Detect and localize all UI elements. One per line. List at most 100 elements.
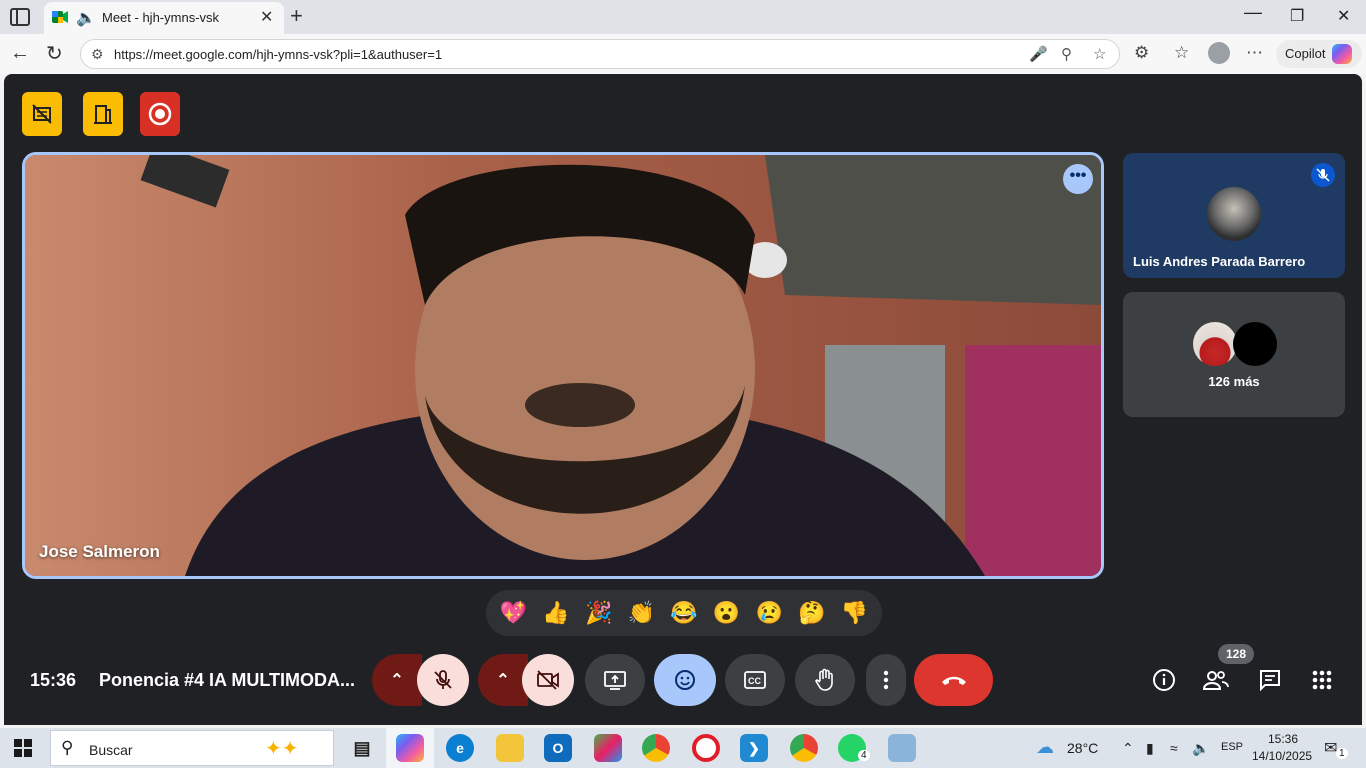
chrome-profile-icon[interactable] bbox=[790, 734, 818, 762]
reactions-button[interactable] bbox=[654, 654, 716, 706]
reaction-party[interactable]: 🎉 bbox=[579, 600, 619, 626]
tile-more-options-button[interactable]: ••• bbox=[1063, 164, 1093, 194]
vscode-icon[interactable]: ❯ bbox=[740, 734, 768, 762]
opera-icon[interactable] bbox=[692, 734, 720, 762]
breakout-rooms-button[interactable] bbox=[83, 92, 123, 136]
weather-cloud-icon[interactable]: ☁ bbox=[1036, 737, 1054, 758]
reaction-sad[interactable]: 😢 bbox=[749, 600, 789, 626]
captions-button[interactable]: CC bbox=[725, 654, 785, 706]
tab-title: Meet - hjh-ymns-vsk bbox=[102, 10, 220, 25]
url-field[interactable]: ⚙ https://meet.google.com/hjh-ymns-vsk?p… bbox=[80, 39, 1120, 69]
battery-icon[interactable]: ▮ bbox=[1146, 740, 1154, 757]
profile-avatar[interactable] bbox=[1208, 42, 1230, 64]
app-icon[interactable] bbox=[594, 734, 622, 762]
main-video-tile[interactable]: ••• Jose Salmeron bbox=[22, 152, 1104, 579]
reaction-heart[interactable]: 💖 bbox=[493, 600, 533, 626]
speaker-icon[interactable]: 🔈 bbox=[76, 8, 96, 28]
file-explorer-icon[interactable] bbox=[496, 734, 524, 762]
app-icon-2[interactable] bbox=[888, 734, 916, 762]
raise-hand-button[interactable] bbox=[795, 654, 855, 706]
hang-up-icon bbox=[941, 676, 966, 685]
hand-icon bbox=[814, 668, 833, 691]
meet-stage: ••• Jose Salmeron Luis Andres Parada Bar… bbox=[4, 74, 1362, 725]
reaction-laugh[interactable]: 😂 bbox=[664, 600, 704, 626]
mic-toggle-button[interactable] bbox=[417, 654, 469, 706]
svg-text:CC: CC bbox=[748, 676, 761, 686]
tray-date[interactable]: 14/10/2025 bbox=[1252, 749, 1312, 763]
leave-call-button[interactable] bbox=[914, 654, 993, 706]
participant-tile[interactable]: Luis Andres Parada Barrero bbox=[1123, 153, 1345, 278]
host-controls-button[interactable] bbox=[22, 92, 62, 136]
present-icon bbox=[604, 671, 626, 690]
reaction-thumbs-up[interactable]: 👍 bbox=[536, 600, 576, 626]
zoom-icon[interactable]: ⚲ bbox=[1061, 45, 1072, 63]
whatsapp-badge: 4 bbox=[858, 750, 870, 761]
other-participants-tile[interactable]: 126 más bbox=[1123, 292, 1345, 417]
volume-icon[interactable]: 🔈 bbox=[1192, 740, 1209, 757]
chrome-icon[interactable] bbox=[642, 734, 670, 762]
sparkle-icon: ✦✦ bbox=[265, 738, 299, 760]
reaction-surprised[interactable]: 😮 bbox=[707, 600, 747, 626]
reactions-bar: 💖 👍 🎉 👏 😂 😮 😢 🤔 👎 bbox=[486, 590, 882, 636]
edge-icon[interactable]: e bbox=[446, 734, 474, 762]
video-options-button[interactable]: ⌃ bbox=[478, 654, 528, 706]
meet-favicon-icon bbox=[52, 11, 68, 23]
close-window-icon[interactable]: ✕ bbox=[1337, 6, 1350, 26]
search-icon: ⚲ bbox=[61, 738, 74, 757]
weather-temp[interactable]: 28°C bbox=[1067, 740, 1098, 756]
tray-time[interactable]: 15:36 bbox=[1268, 732, 1298, 746]
new-tab-icon[interactable]: + bbox=[290, 3, 303, 29]
close-tab-icon[interactable]: ✕ bbox=[260, 7, 273, 27]
avatar bbox=[1207, 187, 1261, 241]
avatar bbox=[1233, 322, 1277, 366]
reaction-clap[interactable]: 👏 bbox=[621, 600, 661, 626]
tab-meet[interactable]: 🔈 Meet - hjh-ymns-vsk ✕ bbox=[44, 2, 284, 34]
audio-options-button[interactable]: ⌃ bbox=[372, 654, 422, 706]
outlook-icon[interactable]: O bbox=[544, 734, 572, 762]
copilot-app-icon[interactable] bbox=[396, 734, 424, 762]
task-view-icon[interactable]: ▤ bbox=[348, 734, 376, 762]
notification-badge: 1 bbox=[1336, 748, 1348, 759]
info-icon bbox=[1153, 669, 1175, 691]
chevron-up-icon: ⌃ bbox=[496, 672, 510, 689]
meeting-title: Ponencia #4 IA MULTIMODA... bbox=[99, 670, 356, 690]
main-speaker-name: Jose Salmeron bbox=[39, 542, 160, 561]
favorites-icon[interactable]: ☆ bbox=[1174, 43, 1189, 63]
reload-icon[interactable]: ↻ bbox=[46, 41, 63, 66]
emoji-icon bbox=[675, 670, 695, 690]
chevron-up-icon[interactable]: ⌃ bbox=[1122, 740, 1134, 757]
mic-off-icon bbox=[434, 670, 452, 689]
meeting-info-button[interactable] bbox=[1150, 666, 1178, 694]
site-info-icon[interactable]: ⚙ bbox=[91, 46, 104, 63]
search-placeholder: Buscar bbox=[89, 742, 133, 758]
chat-icon bbox=[1260, 670, 1280, 692]
url-text[interactable]: https://meet.google.com/hjh-ymns-vsk?pli… bbox=[114, 47, 442, 62]
favorite-star-icon[interactable]: ☆ bbox=[1093, 45, 1106, 63]
camera-toggle-button[interactable] bbox=[522, 654, 574, 706]
present-screen-button[interactable] bbox=[585, 654, 645, 706]
reaction-thinking[interactable]: 🤔 bbox=[792, 600, 832, 626]
people-button[interactable] bbox=[1202, 666, 1230, 694]
sidebar-toggle-icon[interactable] bbox=[10, 8, 30, 26]
mic-icon[interactable]: 🎤 bbox=[1029, 45, 1048, 63]
more-vert-icon bbox=[883, 670, 889, 690]
more-options-button[interactable] bbox=[866, 654, 906, 706]
language-indicator[interactable]: ESP bbox=[1221, 741, 1243, 753]
chevron-up-icon: ⌃ bbox=[390, 672, 404, 689]
avatar bbox=[1193, 322, 1237, 366]
copilot-label: Copilot bbox=[1285, 46, 1326, 61]
recording-button[interactable] bbox=[140, 92, 180, 136]
restore-icon[interactable]: ❐ bbox=[1290, 6, 1304, 26]
wifi-icon[interactable]: ≈ bbox=[1170, 740, 1178, 756]
activities-button[interactable] bbox=[1308, 666, 1336, 694]
chat-button[interactable] bbox=[1256, 666, 1284, 694]
apps-grid-icon bbox=[1312, 670, 1332, 690]
windows-start-icon[interactable] bbox=[14, 739, 32, 757]
copilot-button[interactable]: Copilot bbox=[1276, 40, 1362, 68]
extensions-icon[interactable]: ⚙ bbox=[1134, 43, 1149, 63]
back-icon[interactable]: ← bbox=[10, 42, 30, 65]
reaction-thumbs-down[interactable]: 👎 bbox=[835, 600, 875, 626]
taskbar-search-input[interactable]: ⚲ Buscar ✦✦ bbox=[50, 730, 334, 766]
minimize-icon[interactable]: — bbox=[1244, 2, 1262, 23]
more-menu-icon[interactable]: ⋯ bbox=[1246, 43, 1263, 63]
